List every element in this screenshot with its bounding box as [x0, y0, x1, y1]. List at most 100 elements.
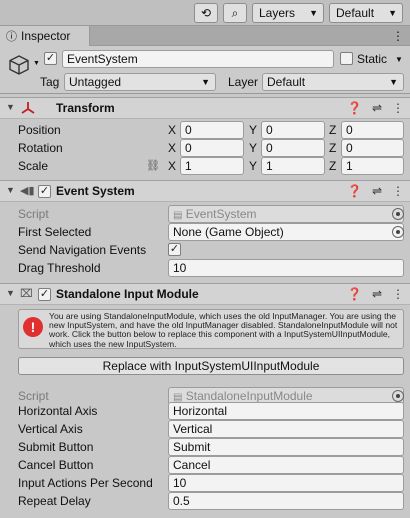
cancel-button-field[interactable]: Cancel — [168, 456, 404, 474]
script-field: ▤ EventSystem — [168, 205, 404, 223]
history-button[interactable]: ⟲ — [194, 3, 218, 23]
axis-y-label[interactable]: Y — [249, 141, 257, 155]
active-checkbox[interactable]: ✓ — [44, 52, 57, 65]
input-actions-field[interactable]: 10 — [168, 474, 404, 492]
standalone-header[interactable]: ▼ ⌧ ✓ Standalone Input Module ❓ ⇌ ⋮ — [0, 283, 410, 305]
history-icon: ⟲ — [200, 6, 212, 20]
tab-menu-icon[interactable]: ⋮ — [392, 29, 404, 43]
axis-z-label[interactable]: Z — [329, 141, 336, 155]
transform-title: Transform — [56, 101, 115, 115]
standalone-enabled-checkbox[interactable]: ✓ — [38, 288, 51, 301]
transform-header[interactable]: ▼ Transform ❓ ⇌ ⋮ — [0, 97, 410, 119]
tag-value: Untagged — [69, 75, 122, 89]
rotation-y-field[interactable]: 0 — [261, 139, 325, 157]
send-navigation-checkbox[interactable]: ✓ — [168, 243, 181, 256]
search-button[interactable]: ⌕ — [223, 3, 247, 23]
event-system-icon: ◀▮ — [20, 185, 35, 197]
standalone-body: ! You are using StandaloneInputModule, w… — [0, 305, 410, 518]
horizontal-axis-row: Horizontal Axis Horizontal — [0, 402, 410, 421]
gameobject-header: ▼ ✓ EventSystem Static ▼ Tag Untagged ▼ … — [0, 46, 410, 94]
layer-value: Default — [267, 75, 306, 89]
script-value: StandaloneInputModule — [185, 389, 313, 403]
info-icon: ⓘ — [6, 31, 17, 43]
script-icon: ▤ — [173, 210, 183, 221]
rotation-z-field[interactable]: 0 — [341, 139, 404, 157]
axis-x-label[interactable]: X — [168, 123, 176, 137]
first-selected-label: First Selected — [18, 225, 92, 239]
repeat-delay-row: Repeat Delay 0.5 — [0, 492, 410, 511]
axis-y-label[interactable]: Y — [249, 123, 257, 137]
event-system-title: Event System — [56, 184, 135, 198]
chevron-down-icon: ▼ — [389, 77, 398, 87]
script-row: Script ▤ EventSystem — [0, 205, 410, 224]
chevron-down-icon: ▼ — [388, 8, 397, 18]
static-label: Static — [357, 52, 388, 66]
drag-threshold-field[interactable]: 10 — [168, 259, 404, 277]
script-icon: ⌧ — [20, 288, 33, 300]
menu-icon[interactable]: ⋮ — [392, 101, 404, 115]
event-system-header[interactable]: ▼ ◀▮ ✓ Event System ❓ ⇌ ⋮ — [0, 180, 410, 202]
submit-button-field[interactable]: Submit — [168, 438, 404, 456]
replace-module-button[interactable]: Replace with InputSystemUIInputModule — [18, 357, 404, 375]
preset-icon[interactable]: ⇌ — [372, 101, 382, 115]
preset-icon[interactable]: ⇌ — [372, 287, 382, 301]
axis-x-label[interactable]: X — [168, 159, 176, 173]
layout-dropdown[interactable]: Default ▼ — [329, 3, 403, 23]
drag-threshold-row: Drag Threshold 10 — [0, 259, 410, 278]
transform-icon — [20, 100, 36, 119]
send-navigation-row: Send Navigation Events ✓ — [0, 241, 410, 260]
tag-dropdown[interactable]: Untagged ▼ — [64, 73, 216, 91]
rotation-row: Rotation X 0 Y 0 Z 0 — [0, 139, 410, 158]
preset-icon[interactable]: ⇌ — [372, 184, 382, 198]
script-label: Script — [18, 207, 49, 221]
layers-dropdown[interactable]: Layers ▼ — [252, 3, 324, 23]
position-y-field[interactable]: 0 — [261, 121, 325, 139]
event-system-enabled-checkbox[interactable]: ✓ — [38, 185, 51, 198]
layout-label: Default — [336, 6, 375, 20]
cancel-button-row: Cancel Button Cancel — [0, 456, 410, 475]
gameobject-name-field[interactable]: EventSystem — [62, 50, 334, 68]
menu-icon[interactable]: ⋮ — [392, 184, 404, 198]
chevron-down-icon[interactable]: ▼ — [395, 55, 403, 64]
scale-z-field[interactable]: 1 — [341, 157, 404, 175]
position-z-field[interactable]: 0 — [341, 121, 404, 139]
layers-label: Layers — [259, 6, 296, 20]
rotation-x-field[interactable]: 0 — [180, 139, 244, 157]
axis-x-label[interactable]: X — [168, 141, 176, 155]
axis-z-label[interactable]: Z — [329, 123, 336, 137]
error-message: You are using StandaloneInputModule, whi… — [49, 311, 398, 349]
vertical-axis-field[interactable]: Vertical — [168, 420, 404, 438]
scale-y-field[interactable]: 1 — [261, 157, 325, 175]
help-icon[interactable]: ❓ — [347, 184, 362, 198]
object-picker-icon — [392, 390, 404, 402]
input-actions-label: Input Actions Per Second — [18, 476, 153, 490]
send-navigation-label: Send Navigation Events — [18, 243, 147, 257]
scale-x-field[interactable]: 1 — [180, 157, 244, 175]
rotation-label: Rotation — [18, 141, 63, 155]
transform-body: Position X 0 Y 0 Z 0 Rotation X 0 Y 0 Z … — [0, 119, 410, 177]
axis-y-label[interactable]: Y — [249, 159, 257, 173]
help-icon[interactable]: ❓ — [347, 101, 362, 115]
horizontal-axis-label: Horizontal Axis — [18, 404, 98, 418]
top-toolbar: ⟲ ⌕ Layers ▼ Default ▼ — [0, 0, 410, 26]
layer-dropdown[interactable]: Default ▼ — [262, 73, 404, 91]
error-helpbox: ! You are using StandaloneInputModule, w… — [18, 309, 404, 349]
foldout-icon[interactable]: ▼ — [6, 288, 15, 298]
object-picker-icon — [392, 208, 404, 220]
script-label: Script — [18, 389, 49, 403]
repeat-delay-field[interactable]: 0.5 — [168, 492, 404, 510]
cancel-button-label: Cancel Button — [18, 458, 94, 472]
position-x-field[interactable]: 0 — [180, 121, 244, 139]
menu-icon[interactable]: ⋮ — [392, 287, 404, 301]
first-selected-field[interactable]: None (Game Object) — [168, 223, 404, 241]
axis-z-label[interactable]: Z — [329, 159, 336, 173]
static-checkbox[interactable] — [340, 52, 353, 65]
foldout-icon[interactable]: ▼ — [6, 185, 15, 195]
tab-inspector[interactable]: ⓘ Inspector — [0, 26, 90, 46]
chevron-down-icon[interactable]: ▼ — [33, 60, 40, 67]
horizontal-axis-field[interactable]: Horizontal — [168, 402, 404, 420]
constrain-proportions-icon[interactable]: ⛓ — [146, 159, 160, 172]
help-icon[interactable]: ❓ — [347, 287, 362, 301]
foldout-icon[interactable]: ▼ — [6, 102, 15, 112]
object-picker-icon[interactable] — [392, 226, 404, 238]
